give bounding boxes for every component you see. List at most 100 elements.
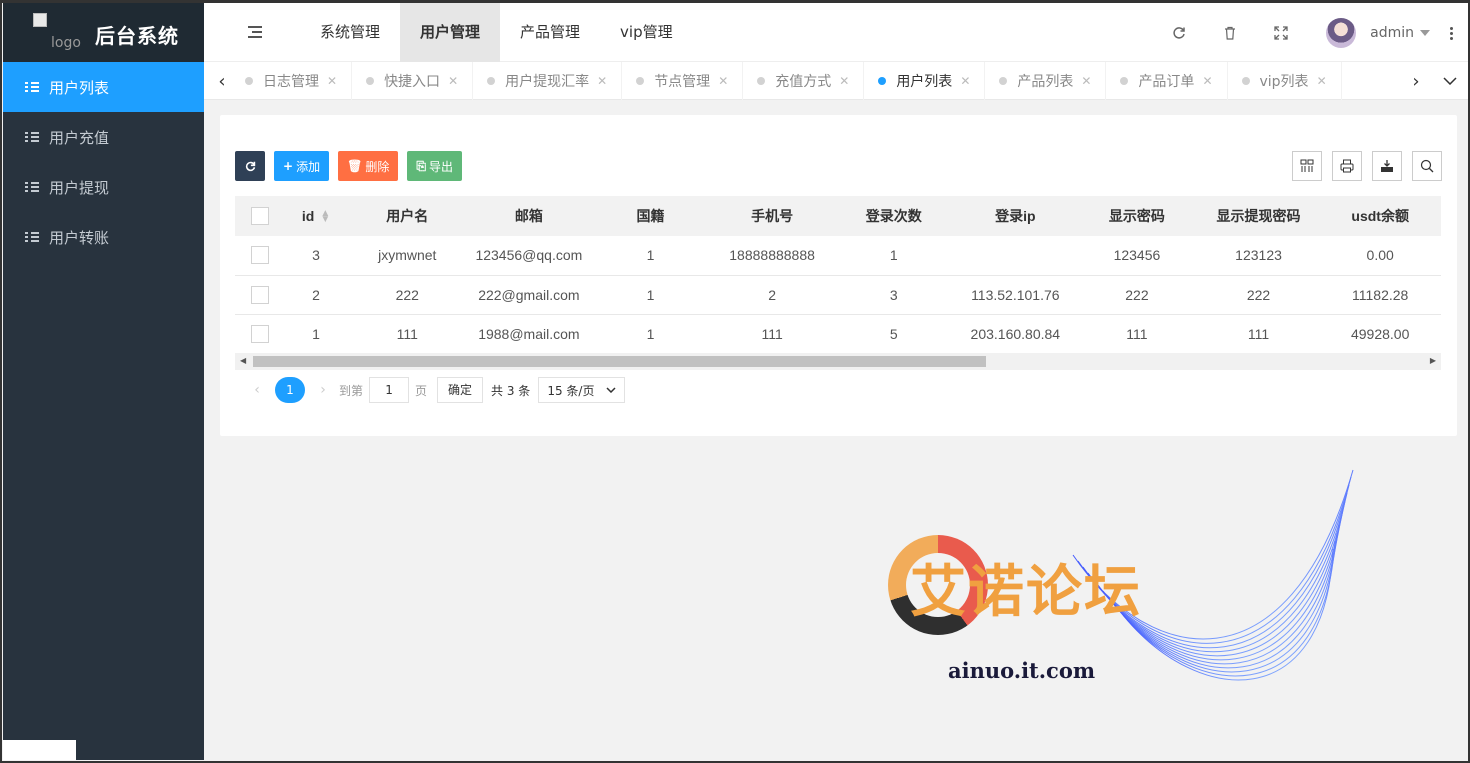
sidebar-item-3[interactable]: 用户转账 bbox=[3, 212, 204, 262]
select-all-cell bbox=[235, 196, 286, 236]
table-cell: jxymwnet bbox=[346, 236, 469, 276]
table-cell: 1 bbox=[589, 314, 712, 354]
close-icon[interactable]: ✕ bbox=[839, 74, 849, 88]
tab-status-dot bbox=[999, 77, 1008, 85]
column-header-label: 用户名 bbox=[386, 208, 429, 224]
table-toolbar: + 添加 🗑 删除 ⎘ 导出 bbox=[235, 151, 462, 181]
close-icon[interactable]: ✕ bbox=[1081, 74, 1091, 88]
close-icon[interactable]: ✕ bbox=[448, 74, 458, 88]
scroll-left-icon[interactable]: ◀ bbox=[240, 356, 246, 365]
row-select-cell bbox=[235, 314, 286, 354]
next-page-icon[interactable]: › bbox=[313, 382, 333, 398]
row-checkbox[interactable] bbox=[251, 285, 270, 304]
table-cell: 1 bbox=[285, 314, 347, 354]
menu-fold-icon[interactable] bbox=[248, 25, 264, 39]
close-icon[interactable]: ✕ bbox=[960, 74, 970, 88]
table-row[interactable]: 2 222 222@gmail.com 1 2 3 113.52.101.76 222 222 1… bbox=[235, 275, 1441, 315]
delete-button[interactable]: 🗑 删除 bbox=[338, 151, 399, 181]
row-checkbox[interactable] bbox=[251, 246, 270, 265]
username[interactable]: admin bbox=[1370, 25, 1414, 41]
sidebar-item-0[interactable]: 用户列表 bbox=[3, 62, 204, 112]
table-row[interactable]: 1 111 1988@mail.com 1 111 5 203.160.80.84 111 11… bbox=[235, 314, 1441, 354]
top-nav-item-1[interactable]: 用户管理 bbox=[400, 3, 501, 62]
scrollbar-thumb[interactable] bbox=[253, 356, 986, 367]
print-icon[interactable] bbox=[1332, 151, 1362, 181]
tab-status-dot bbox=[245, 77, 253, 85]
prev-page-icon[interactable]: ‹ bbox=[247, 382, 267, 398]
tab-7[interactable]: 产品订单 ✕ bbox=[1106, 62, 1228, 100]
broken-image-icon bbox=[33, 13, 47, 27]
table-row[interactable]: 3 jxymwnet 123456@qq.com 1 18888888888 1 12345… bbox=[235, 236, 1441, 276]
avatar[interactable] bbox=[1326, 17, 1357, 48]
close-icon[interactable]: ✕ bbox=[327, 74, 337, 88]
table-cell: 123456 bbox=[1076, 236, 1198, 276]
sidebar-item-1[interactable]: 用户充值 bbox=[3, 112, 204, 162]
tab-8[interactable]: vip列表 ✕ bbox=[1228, 62, 1342, 100]
column-header: 显示密码 bbox=[1076, 196, 1198, 236]
tab-5[interactable]: 用户列表 ✕ bbox=[864, 62, 986, 100]
table-cell: 3 bbox=[832, 275, 955, 315]
top-nav-item-2[interactable]: 产品管理 bbox=[500, 3, 600, 62]
tab-label: 用户列表 bbox=[896, 74, 953, 90]
horizontal-scrollbar[interactable]: ◀ ▶ bbox=[235, 353, 1441, 370]
sort-icon[interactable]: ▲ ▼ bbox=[320, 209, 330, 225]
goto-confirm-button[interactable]: 确定 bbox=[437, 377, 484, 403]
table-cell: 111 bbox=[346, 314, 469, 354]
tab-status-dot bbox=[636, 77, 645, 85]
columns-icon[interactable] bbox=[1292, 151, 1322, 181]
tab-1[interactable]: 快捷入口 ✕ bbox=[352, 62, 474, 100]
tab-label: 产品列表 bbox=[1017, 74, 1074, 90]
add-button[interactable]: + 添加 bbox=[274, 151, 330, 181]
tab-3[interactable]: 节点管理 ✕ bbox=[622, 62, 744, 100]
tab-label: 用户提现汇率 bbox=[505, 74, 590, 90]
tab-status-dot bbox=[1241, 77, 1250, 85]
top-nav-item-0[interactable]: 系统管理 bbox=[300, 3, 400, 62]
scroll-right-icon[interactable]: ▶ bbox=[1430, 356, 1436, 365]
export-button[interactable]: ⎘ 导出 bbox=[407, 151, 462, 181]
table-cell: 222 bbox=[1197, 275, 1320, 315]
tab-0[interactable]: 日志管理 ✕ bbox=[231, 62, 353, 100]
page-size-value: 15 条/页 bbox=[547, 383, 595, 398]
watermark: 艾诺论坛 ainuo.it.com bbox=[888, 465, 1358, 725]
list-icon bbox=[25, 231, 39, 243]
sidebar-item-2[interactable]: 用户提现 bbox=[3, 162, 204, 212]
goto-page-input[interactable]: 1 bbox=[369, 377, 410, 403]
trash-icon[interactable] bbox=[1204, 3, 1255, 62]
close-icon[interactable]: ✕ bbox=[597, 74, 607, 88]
close-icon[interactable]: ✕ bbox=[1317, 74, 1327, 88]
table-cell: 203.160.80.84 bbox=[954, 314, 1077, 354]
tab-status-dot bbox=[757, 77, 766, 85]
tab-label: 日志管理 bbox=[263, 74, 319, 90]
row-checkbox[interactable] bbox=[251, 324, 270, 343]
page-size-select[interactable]: 15 条/页 bbox=[538, 377, 626, 403]
table-cell: 49928.00 bbox=[1319, 314, 1441, 354]
select-all-checkbox[interactable] bbox=[251, 207, 270, 226]
tabs-dropdown-icon[interactable] bbox=[1432, 62, 1468, 100]
more-vertical-icon[interactable] bbox=[1450, 26, 1453, 40]
content-card: + 添加 🗑 删除 ⎘ 导出 id ▲ ▼ 用户名 邮箱 国籍 手机号 登录次数 登录ip 显示密码 显示… bbox=[220, 115, 1457, 436]
page-tabs: ‹ 日志管理 ✕ 快捷入口 ✕ 用户提现汇率 ✕ 节点管理 ✕ 充值方式 ✕ 用户列表 ✕ 产品列表 ✕ 产… bbox=[204, 62, 1468, 100]
side-menu: 用户列表 用户充值 用户提现用户转账 bbox=[3, 62, 204, 262]
chevron-right-icon[interactable]: › bbox=[1398, 62, 1434, 100]
fullscreen-icon[interactable] bbox=[1255, 3, 1306, 62]
table-cell: 1 bbox=[832, 236, 955, 276]
reload-button[interactable] bbox=[235, 151, 265, 181]
tab-2[interactable]: 用户提现汇率 ✕ bbox=[473, 62, 623, 100]
refresh-icon[interactable] bbox=[1153, 3, 1204, 62]
close-icon[interactable]: ✕ bbox=[718, 74, 728, 88]
table-cell: 1 bbox=[589, 275, 712, 315]
column-header[interactable]: id ▲ ▼ bbox=[286, 196, 347, 236]
current-page[interactable]: 1 bbox=[275, 377, 305, 403]
search-icon[interactable] bbox=[1412, 151, 1442, 181]
tab-label: 快捷入口 bbox=[384, 74, 441, 90]
tab-4[interactable]: 充值方式 ✕ bbox=[743, 62, 865, 100]
table-body: 3 jxymwnet 123456@qq.com 1 18888888888 1 12345… bbox=[235, 236, 1441, 354]
tab-6[interactable]: 产品列表 ✕ bbox=[985, 62, 1107, 100]
close-icon[interactable]: ✕ bbox=[1202, 74, 1212, 88]
export-icon[interactable] bbox=[1372, 151, 1402, 181]
header-right-tools: admin bbox=[1153, 3, 1468, 62]
sidebar-item-label: 用户转账 bbox=[49, 228, 110, 247]
chevron-down-icon[interactable] bbox=[1420, 29, 1430, 36]
table-cell: 222 bbox=[346, 275, 469, 315]
top-nav-item-3[interactable]: vip管理 bbox=[600, 3, 693, 62]
